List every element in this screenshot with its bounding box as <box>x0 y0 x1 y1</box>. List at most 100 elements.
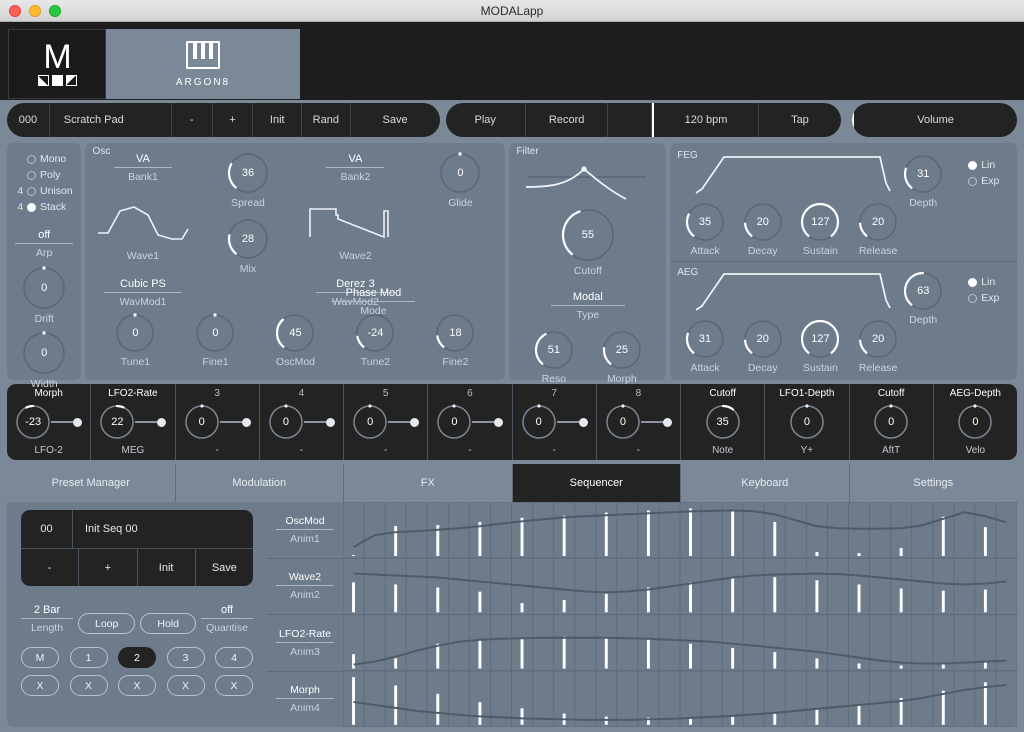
drift-knob[interactable]: 0 Drift <box>21 265 67 325</box>
knob-dial[interactable]: 55 <box>560 207 616 263</box>
tap-tempo-button[interactable]: Tap <box>759 103 841 137</box>
seq-bar-button-1[interactable]: 1 <box>69 647 108 668</box>
mod-slot-link-handle[interactable] <box>325 417 335 427</box>
knob-dial[interactable]: 0 <box>21 265 67 311</box>
voice-mode-poly[interactable]: Poly <box>13 167 81 183</box>
spread-knob[interactable]: 36 Spread <box>226 151 270 209</box>
seq-clear-button-1[interactable]: X <box>21 675 59 696</box>
mod-slot-link-handle[interactable] <box>578 417 588 427</box>
knob-dial[interactable]: 20 <box>742 318 784 360</box>
tab-fx[interactable]: FX <box>344 464 513 502</box>
oscmod-knob[interactable]: 45 OscMod <box>274 312 316 368</box>
mod-slot-amount[interactable]: 0 <box>957 404 993 440</box>
mod-slot-link-handle[interactable] <box>157 417 167 427</box>
seq-bar-button-M[interactable]: M <box>21 647 59 668</box>
seq-hold-button[interactable]: Hold <box>140 613 196 634</box>
aeg-sustain-knob[interactable]: 127 Sustain <box>799 318 841 374</box>
voice-mode-stack[interactable]: 4 Stack <box>13 199 81 215</box>
feg-curve-exp[interactable]: Exp <box>968 173 999 189</box>
seq-save-button[interactable]: Save <box>196 549 253 586</box>
mod-slot-11[interactable]: Cutoff 0 AftT <box>850 384 934 460</box>
seq-lane-anim2[interactable]: Wave2 Anim2 <box>267 557 343 615</box>
seq-clear-button-5[interactable]: X <box>215 675 253 696</box>
preset-inc-button[interactable]: + <box>213 103 254 137</box>
knob-dial[interactable]: 35 <box>684 201 726 243</box>
knob-dial[interactable]: -23 <box>15 404 51 440</box>
mod-slot-5[interactable]: 5 0 - <box>344 384 429 460</box>
width-knob[interactable]: 0 Width <box>21 330 67 390</box>
knob-dial[interactable]: -24 <box>354 312 396 354</box>
device-tab-argon8[interactable]: ARGON8 <box>106 29 300 99</box>
seq-preset-number[interactable]: 00 <box>21 510 73 548</box>
knob-dial[interactable]: 0 <box>957 404 993 440</box>
knob-dial[interactable]: 0 <box>521 404 557 440</box>
mod-slot-amount[interactable]: 0 <box>268 404 335 440</box>
tab-keyboard[interactable]: Keyboard <box>681 464 850 502</box>
seq-dec-button[interactable]: - <box>21 549 80 586</box>
bank1-value[interactable]: VA <box>113 153 172 168</box>
record-button[interactable]: Record <box>526 103 609 137</box>
knob-dial[interactable]: 0 <box>268 404 304 440</box>
seq-lane-destination[interactable]: Wave2 <box>276 571 334 587</box>
mod-slot-amount[interactable]: 22 <box>99 404 167 440</box>
arp-value[interactable]: off <box>15 229 74 244</box>
tab-modulation[interactable]: Modulation <box>175 464 344 502</box>
mod-slot-amount[interactable]: 35 <box>705 404 741 440</box>
glide-knob[interactable]: 0 Glide <box>438 151 482 209</box>
bank1-select[interactable]: VA Bank1 <box>113 149 172 183</box>
mod-slot-link-handle[interactable] <box>410 417 420 427</box>
knob-dial[interactable]: 20 <box>857 318 899 360</box>
tab-preset-manager[interactable]: Preset Manager <box>7 464 176 502</box>
seq-inc-button[interactable]: + <box>79 549 138 586</box>
mod-slot-amount[interactable]: 0 <box>436 404 504 440</box>
seq-bar-button-4[interactable]: 4 <box>215 647 253 668</box>
knob-dial[interactable]: 25 <box>601 329 643 371</box>
tune1-knob[interactable]: 0 Tune1 <box>114 312 156 368</box>
aeg-release-knob[interactable]: 20 Release <box>857 318 899 374</box>
wave2-display[interactable]: Wave2 <box>306 193 404 262</box>
arp-select[interactable]: off Arp <box>15 225 74 259</box>
seq-lane-destination[interactable]: LFO2-Rate <box>276 628 334 643</box>
preset-dec-button[interactable]: - <box>172 103 213 137</box>
wave1-display[interactable]: Wave1 <box>94 193 192 262</box>
mode-select[interactable]: Phase Mod Mode <box>331 283 416 317</box>
tab-sequencer[interactable]: Sequencer <box>512 464 681 502</box>
fine2-knob[interactable]: 18 Fine2 <box>434 312 476 368</box>
knob-dial[interactable]: 20 <box>742 201 784 243</box>
knob-dial[interactable]: 0 <box>873 404 909 440</box>
preset-rand-button[interactable]: Rand <box>302 103 351 137</box>
tune2-knob[interactable]: -24 Tune2 <box>354 312 396 368</box>
wavmod1-value[interactable]: Cubic PS <box>103 278 182 293</box>
transport-blank-slot[interactable] <box>608 103 653 137</box>
filter-type-value[interactable]: Modal <box>550 291 625 306</box>
modal-logo[interactable]: M <box>8 29 106 99</box>
seq-lane-anim1[interactable]: OscMod Anim1 <box>267 502 343 558</box>
preset-save-button[interactable]: Save <box>351 103 440 137</box>
filter-type-select[interactable]: Modal Type <box>550 287 625 321</box>
mod-slot-8[interactable]: 8 0 - <box>597 384 681 460</box>
preset-number[interactable]: 000 <box>7 103 50 137</box>
mod-slot-amount[interactable]: 0 <box>605 404 672 440</box>
mod-slot-9[interactable]: Cutoff 35 Note <box>681 384 766 460</box>
mod-slot-link-handle[interactable] <box>494 417 504 427</box>
seq-clear-button-2[interactable]: X <box>69 675 108 696</box>
seq-quantise-value[interactable]: off <box>200 604 253 619</box>
mod-slot-link-handle[interactable] <box>662 417 672 427</box>
knob-dial[interactable]: 28 <box>226 217 270 261</box>
seq-init-button[interactable]: Init <box>138 549 196 586</box>
knob-dial[interactable]: 0 <box>789 404 825 440</box>
knob-dial[interactable]: 31 <box>902 153 944 195</box>
knob-dial[interactable]: 0 <box>352 404 388 440</box>
knob-dial[interactable]: 63 <box>902 270 944 312</box>
knob-dial[interactable]: 51 <box>533 329 575 371</box>
sequencer-grid-svg[interactable] <box>343 502 1017 727</box>
knob-dial[interactable]: 35 <box>705 404 741 440</box>
mod-slot-1[interactable]: Morph -23 LFO-2 <box>7 384 92 460</box>
mix-knob[interactable]: 28 Mix <box>226 217 270 275</box>
seq-loop-button[interactable]: Loop <box>78 613 136 634</box>
feg-release-knob[interactable]: 20 Release <box>857 201 899 257</box>
mod-slot-amount[interactable]: 0 <box>873 404 909 440</box>
aeg-curve-exp[interactable]: Exp <box>968 290 999 306</box>
voice-mode-unison[interactable]: 4 Unison <box>13 183 81 199</box>
knob-dial[interactable]: 0 <box>21 330 67 376</box>
